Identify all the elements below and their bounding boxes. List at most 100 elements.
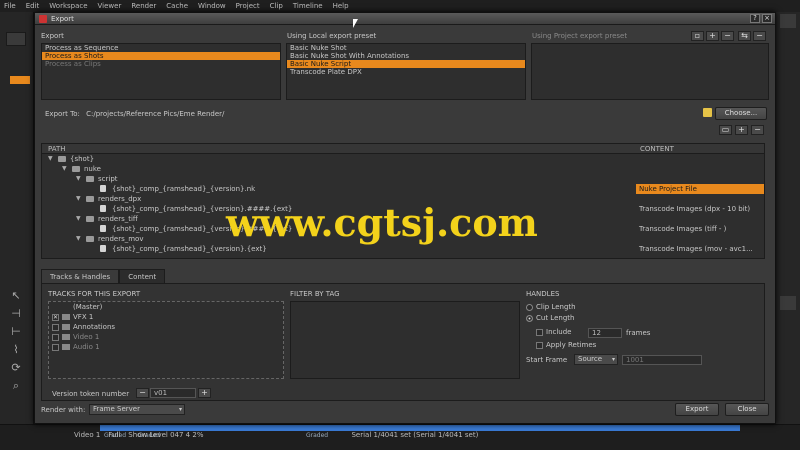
- checkbox-icon[interactable]: [52, 343, 59, 351]
- clip-length-radio[interactable]: Clip Length: [526, 303, 576, 312]
- tree-row[interactable]: {shot}_comp_{ramshead}_{version}.####.{e…: [42, 224, 764, 234]
- checkbox-icon[interactable]: [52, 333, 59, 341]
- track-tool-icon[interactable]: ⊣: [8, 307, 24, 321]
- close-icon[interactable]: ×: [762, 14, 772, 23]
- expand-arrow-icon[interactable]: ▼: [76, 174, 81, 184]
- render-with-select[interactable]: Frame Server ▾: [89, 404, 185, 415]
- selected-bin-item[interactable]: [10, 76, 30, 84]
- folder-add-icon[interactable]: ▭: [719, 125, 732, 135]
- start-frame-mode-select[interactable]: Source ▾: [574, 354, 618, 365]
- version-increment-button[interactable]: +: [198, 388, 211, 398]
- content-column-header[interactable]: CONTENT: [636, 144, 674, 153]
- version-input[interactable]: v01: [150, 388, 196, 398]
- tree-path: {shot}_comp_{ramshead}_{version}.nk: [112, 185, 256, 193]
- zoom-tool-icon[interactable]: ⌕: [8, 379, 24, 393]
- full-label[interactable]: Full: [108, 431, 120, 439]
- menu-item[interactable]: Window: [198, 2, 226, 10]
- add-path-button[interactable]: +: [735, 125, 748, 135]
- local-preset-item[interactable]: Transcode Plate DPX: [287, 68, 525, 76]
- export-type-item[interactable]: Process as Clips: [42, 60, 280, 68]
- include-checkbox[interactable]: Include: [536, 328, 571, 337]
- project-preset-list: [531, 43, 769, 100]
- select-tool-icon[interactable]: ↖: [8, 289, 24, 303]
- track-type-icon: [62, 324, 70, 330]
- export-button[interactable]: Export: [675, 403, 719, 416]
- expand-arrow-icon[interactable]: ▼: [76, 234, 81, 244]
- tracks-label: TRACKS FOR THIS EXPORT: [48, 290, 141, 298]
- tree-row[interactable]: ▼ renders_mov: [42, 234, 764, 244]
- menu-item[interactable]: Viewer: [98, 2, 122, 10]
- export-to-label: Export To: C:/projects/Reference Pics/Em…: [45, 110, 224, 118]
- tree-row[interactable]: ▼ renders_dpx: [42, 194, 764, 204]
- menu-item[interactable]: Render: [131, 2, 156, 10]
- menu-item[interactable]: Edit: [26, 2, 40, 10]
- add-preset-button[interactable]: +: [706, 31, 719, 41]
- tree-content[interactable]: Transcode Images (tiff - ): [636, 224, 764, 234]
- export-dialog: Export ? × Export Process as Sequence Pro…: [34, 12, 776, 424]
- tree-content[interactable]: Transcode Images (mov - avc1...: [636, 244, 764, 254]
- expand-arrow-icon[interactable]: ▼: [48, 154, 53, 164]
- remove-project-preset-button[interactable]: −: [753, 31, 766, 41]
- export-structure-tree: PATH CONTENT ▼ {shot} ▼ nuke ▼ script {shot}_c…: [41, 143, 765, 259]
- folder-icon[interactable]: [703, 108, 712, 117]
- tree-content[interactable]: Transcode Images (dpx - 10 bit): [636, 204, 764, 214]
- tree-row[interactable]: {shot}_comp_{ramshead}_{version}.####.{e…: [42, 204, 764, 214]
- apply-retimes-checkbox[interactable]: Apply Retimes: [536, 341, 596, 350]
- track-item[interactable]: Annotations: [49, 322, 283, 332]
- export-type-item[interactable]: Process as Sequence: [42, 44, 280, 52]
- cut-length-radio[interactable]: Cut Length: [526, 314, 574, 323]
- frames-label: frames: [626, 329, 651, 337]
- menu-item[interactable]: Project: [236, 2, 260, 10]
- copy-preset-icon[interactable]: ▫: [691, 31, 704, 41]
- remove-path-button[interactable]: −: [751, 125, 764, 135]
- local-preset-item[interactable]: Basic Nuke Shot: [287, 44, 525, 52]
- tree-row[interactable]: ▼ script: [42, 174, 764, 184]
- menu-item[interactable]: Timeline: [293, 2, 323, 10]
- track-item[interactable]: Video 1: [49, 332, 283, 342]
- version-decrement-button[interactable]: −: [136, 388, 149, 398]
- multi-tool-icon[interactable]: ⟳: [8, 361, 24, 375]
- track-label: Annotations: [73, 323, 116, 331]
- dialog-titlebar[interactable]: Export ? ×: [35, 13, 775, 25]
- track-item[interactable]: Audio 1: [49, 342, 283, 352]
- mouse-cursor-icon: [353, 19, 358, 28]
- menu-item[interactable]: Help: [333, 2, 349, 10]
- menu-item[interactable]: Clip: [270, 2, 283, 10]
- checked-checkbox-icon[interactable]: ✕: [52, 313, 59, 321]
- tree-row[interactable]: ▼ renders_tiff: [42, 214, 764, 224]
- local-preset-item[interactable]: Basic Nuke Script: [287, 60, 525, 68]
- menu-item[interactable]: Cache: [166, 2, 188, 10]
- path-column-header[interactable]: PATH: [42, 144, 636, 153]
- include-frames-input[interactable]: 12: [588, 328, 622, 338]
- start-frame-input[interactable]: 1001: [622, 355, 702, 365]
- right-toolbar-button[interactable]: [780, 14, 796, 28]
- choose-button[interactable]: Choose...: [715, 107, 767, 120]
- tab-content[interactable]: Content: [119, 269, 166, 283]
- move-preset-icon[interactable]: ⇆: [738, 31, 751, 41]
- track-item[interactable]: ✕ VFX 1: [49, 312, 283, 322]
- expand-arrow-icon[interactable]: ▼: [76, 194, 81, 204]
- menu-item[interactable]: Workspace: [49, 2, 87, 10]
- right-toolbar-button-2[interactable]: [780, 296, 796, 310]
- close-button[interactable]: Close: [725, 403, 769, 416]
- tab-tracks-handles[interactable]: Tracks & Handles: [41, 269, 120, 283]
- toolbar-button[interactable]: [6, 32, 26, 46]
- razor-tool-icon[interactable]: ⌇: [8, 343, 24, 357]
- tree-row[interactable]: ▼ nuke: [42, 164, 764, 174]
- tree-content[interactable]: Nuke Project File: [636, 184, 764, 194]
- help-button[interactable]: ?: [750, 14, 760, 23]
- remove-preset-button[interactable]: −: [721, 31, 734, 41]
- tree-row[interactable]: ▼ {shot}: [42, 154, 764, 164]
- tool-palette: ↖ ⊣ ⊢ ⌇ ⟳ ⌕: [0, 285, 34, 425]
- expand-arrow-icon[interactable]: ▼: [76, 214, 81, 224]
- track-item[interactable]: (Master): [49, 302, 283, 312]
- tree-row[interactable]: {shot}_comp_{ramshead}_{version}.{ext} Tr…: [42, 244, 764, 254]
- checkbox-icon[interactable]: [52, 323, 59, 331]
- slip-tool-icon[interactable]: ⊢: [8, 325, 24, 339]
- menu-item[interactable]: File: [4, 2, 16, 10]
- tree-row[interactable]: {shot}_comp_{ramshead}_{version}.nk Nuke …: [42, 184, 764, 194]
- export-type-item[interactable]: Process as Shots: [42, 52, 280, 60]
- file-icon: [100, 225, 106, 232]
- expand-arrow-icon[interactable]: ▼: [62, 164, 67, 174]
- local-preset-item[interactable]: Basic Nuke Shot With Annotations: [287, 52, 525, 60]
